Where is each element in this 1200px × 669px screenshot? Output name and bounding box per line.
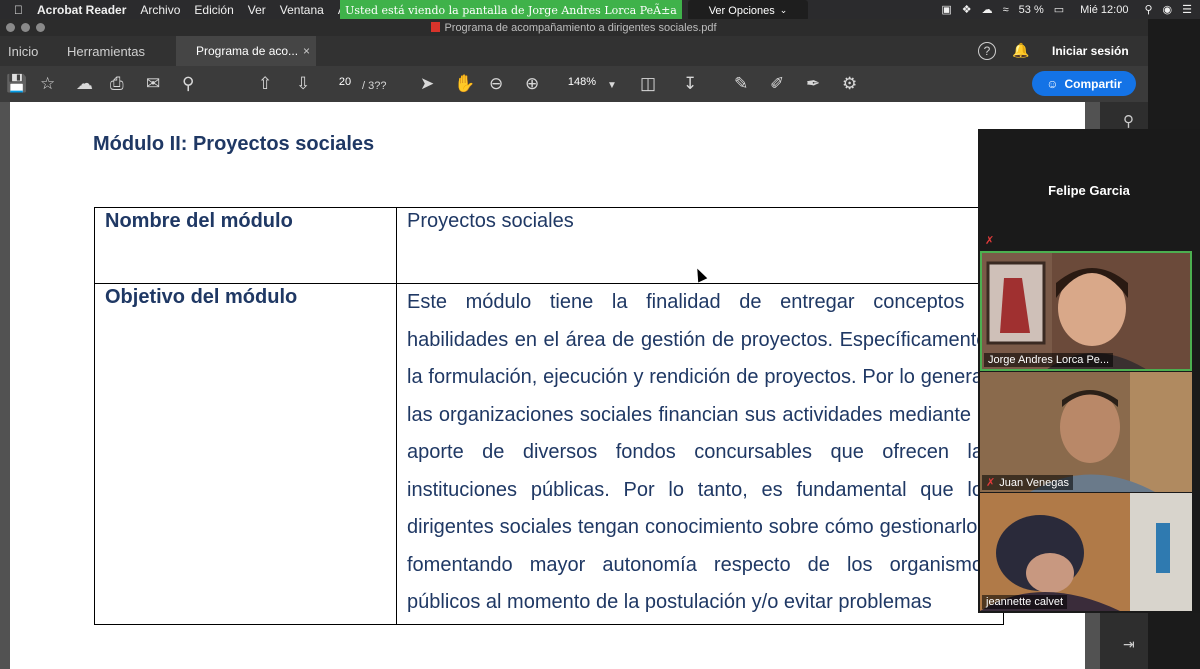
pdf-icon	[431, 21, 441, 32]
mic-muted-icon: ✗	[986, 477, 996, 489]
user-icon[interactable]: ◉	[1163, 3, 1173, 16]
scroll-icon[interactable]: ↧	[683, 74, 697, 94]
zoom-level-select[interactable]: 148%	[560, 76, 604, 88]
window-title-text: Programa de acompañamiento a dirigentes …	[444, 21, 717, 34]
tab-document-label: Programa de aco...	[196, 44, 299, 58]
list-icon[interactable]: ☰	[1182, 3, 1192, 16]
tab-home[interactable]: Inicio	[8, 36, 38, 66]
participant-label: ✗ Juan Venegas	[982, 475, 1073, 490]
zoom-icon[interactable]: ⚲	[1123, 112, 1134, 130]
participant-video-image	[980, 493, 1192, 611]
sign-icon[interactable]: ✒	[806, 74, 820, 94]
toolbar: 💾 ☆ ☁ ⎙ ✉ ⚲ ⇧ ⇩ 20 / 3?? ➤ ✋ ⊖ ⊕ 148% ▼ …	[0, 66, 1148, 102]
menu-ver[interactable]: Ver	[248, 3, 266, 17]
screen-share-banner: Usted está viendo la pantalla de Jorge A…	[340, 0, 682, 21]
tab-tools[interactable]: Herramientas	[67, 36, 145, 66]
page-down-icon[interactable]: ⇩	[296, 74, 310, 94]
participant-name: jeannette calvet	[986, 596, 1064, 608]
view-options-label: Ver Opciones	[708, 4, 775, 17]
tab-bar: Inicio Herramientas Programa de aco... ×	[0, 36, 1148, 66]
hand-icon[interactable]: ✋	[454, 74, 475, 94]
chevron-down-icon[interactable]: ▼	[607, 76, 617, 96]
menu-ventana[interactable]: Ventana	[280, 3, 324, 17]
speaker-name: Felipe Garcia	[1048, 183, 1130, 198]
upload-icon[interactable]: ☁	[76, 74, 93, 94]
select-cursor-icon[interactable]: ➤	[420, 74, 434, 94]
highlight-icon[interactable]: ✐	[770, 74, 784, 94]
participant-name: Juan Venegas	[999, 477, 1069, 489]
page-layout-icon[interactable]: ◫	[640, 74, 656, 94]
page-number-input[interactable]: 20	[332, 76, 358, 92]
window-title: Programa de acompañamiento a dirigentes …	[0, 21, 1148, 34]
table-row: Nombre del módulo Proyectos sociales	[94, 207, 1004, 284]
mail-icon[interactable]: ✉	[146, 74, 160, 94]
participant-video[interactable]: ✗ Juan Venegas	[980, 372, 1192, 492]
zoom-in-icon[interactable]: ⊕	[525, 74, 539, 94]
search-icon[interactable]: ⚲	[1144, 3, 1152, 16]
pdf-page: Módulo II: Proyectos sociales Nombre del…	[10, 102, 1085, 669]
collapse-panel-icon[interactable]: ⇥	[1123, 636, 1135, 653]
participant-video[interactable]: jeannette calvet	[980, 493, 1192, 611]
row-label: Nombre del módulo	[94, 207, 397, 284]
tab-document[interactable]: Programa de aco... ×	[176, 36, 316, 66]
document-viewport[interactable]: Módulo II: Proyectos sociales Nombre del…	[0, 102, 1100, 669]
battery-icon: ▭	[1053, 4, 1065, 16]
sign-in-button[interactable]: Iniciar sesión	[1052, 44, 1129, 58]
app-menu[interactable]: Acrobat Reader	[37, 3, 126, 17]
fill-sign-icon[interactable]: ⚙	[842, 74, 857, 94]
wifi-icon[interactable]: ≈	[1003, 4, 1009, 16]
zoom-out-icon[interactable]: ⊖	[489, 74, 503, 94]
window-titlebar: Programa de acompañamiento a dirigentes …	[0, 19, 1148, 36]
bell-icon[interactable]: 🔔	[1012, 42, 1029, 59]
row-value: Este módulo tiene la finalidad de entreg…	[396, 283, 1004, 625]
comment-icon[interactable]: ✎	[734, 74, 748, 94]
participant-label: jeannette calvet	[982, 595, 1068, 609]
window-icon[interactable]: ▣	[941, 3, 951, 16]
clock[interactable]: Mié 12:00	[1080, 4, 1128, 16]
dropbox-icon[interactable]: ❖	[962, 3, 972, 16]
menubar-status: ▣ ❖ ☁ ≈ 53 % ▭ Mié 12:00 ⚲ ◉ ☰	[941, 0, 1192, 19]
participant-label: Jorge Andres Lorca Pe...	[984, 353, 1114, 367]
table-row: Objetivo del módulo Este módulo tiene la…	[94, 283, 1004, 625]
share-button[interactable]: ☺ Compartir	[1032, 71, 1136, 96]
battery-label[interactable]: 53 %	[1019, 4, 1044, 16]
close-icon[interactable]: ×	[303, 44, 310, 58]
cloud-icon[interactable]: ☁	[982, 3, 993, 16]
save-icon[interactable]: 💾	[6, 74, 27, 94]
star-icon[interactable]: ☆	[40, 74, 55, 94]
zoom-search-icon[interactable]: ⚲	[182, 74, 194, 94]
add-user-icon: ☺	[1046, 76, 1059, 91]
row-label: Objetivo del módulo	[94, 283, 397, 625]
page-up-icon[interactable]: ⇧	[258, 74, 272, 94]
module-heading: Módulo II: Proyectos sociales	[93, 133, 375, 155]
page-total: / 3??	[362, 80, 387, 92]
module-table: Nombre del módulo Proyectos sociales Obj…	[94, 207, 1004, 625]
view-options-button[interactable]: Ver Opciones ⌄	[688, 0, 808, 21]
mic-muted-icon: ✗	[985, 235, 995, 247]
apple-icon[interactable]: 	[14, 3, 23, 17]
print-icon[interactable]: ⎙	[110, 74, 124, 94]
menu-archivo[interactable]: Archivo	[140, 3, 180, 17]
share-button-label: Compartir	[1064, 76, 1122, 91]
chevron-down-icon: ⌄	[779, 5, 788, 15]
help-icon[interactable]: ?	[978, 42, 996, 60]
participant-video[interactable]: Jorge Andres Lorca Pe...	[980, 251, 1192, 371]
menu-edicion[interactable]: Edición	[194, 3, 233, 17]
participant-name: Jorge Andres Lorca Pe...	[988, 354, 1110, 366]
participant-video-image	[980, 372, 1192, 492]
